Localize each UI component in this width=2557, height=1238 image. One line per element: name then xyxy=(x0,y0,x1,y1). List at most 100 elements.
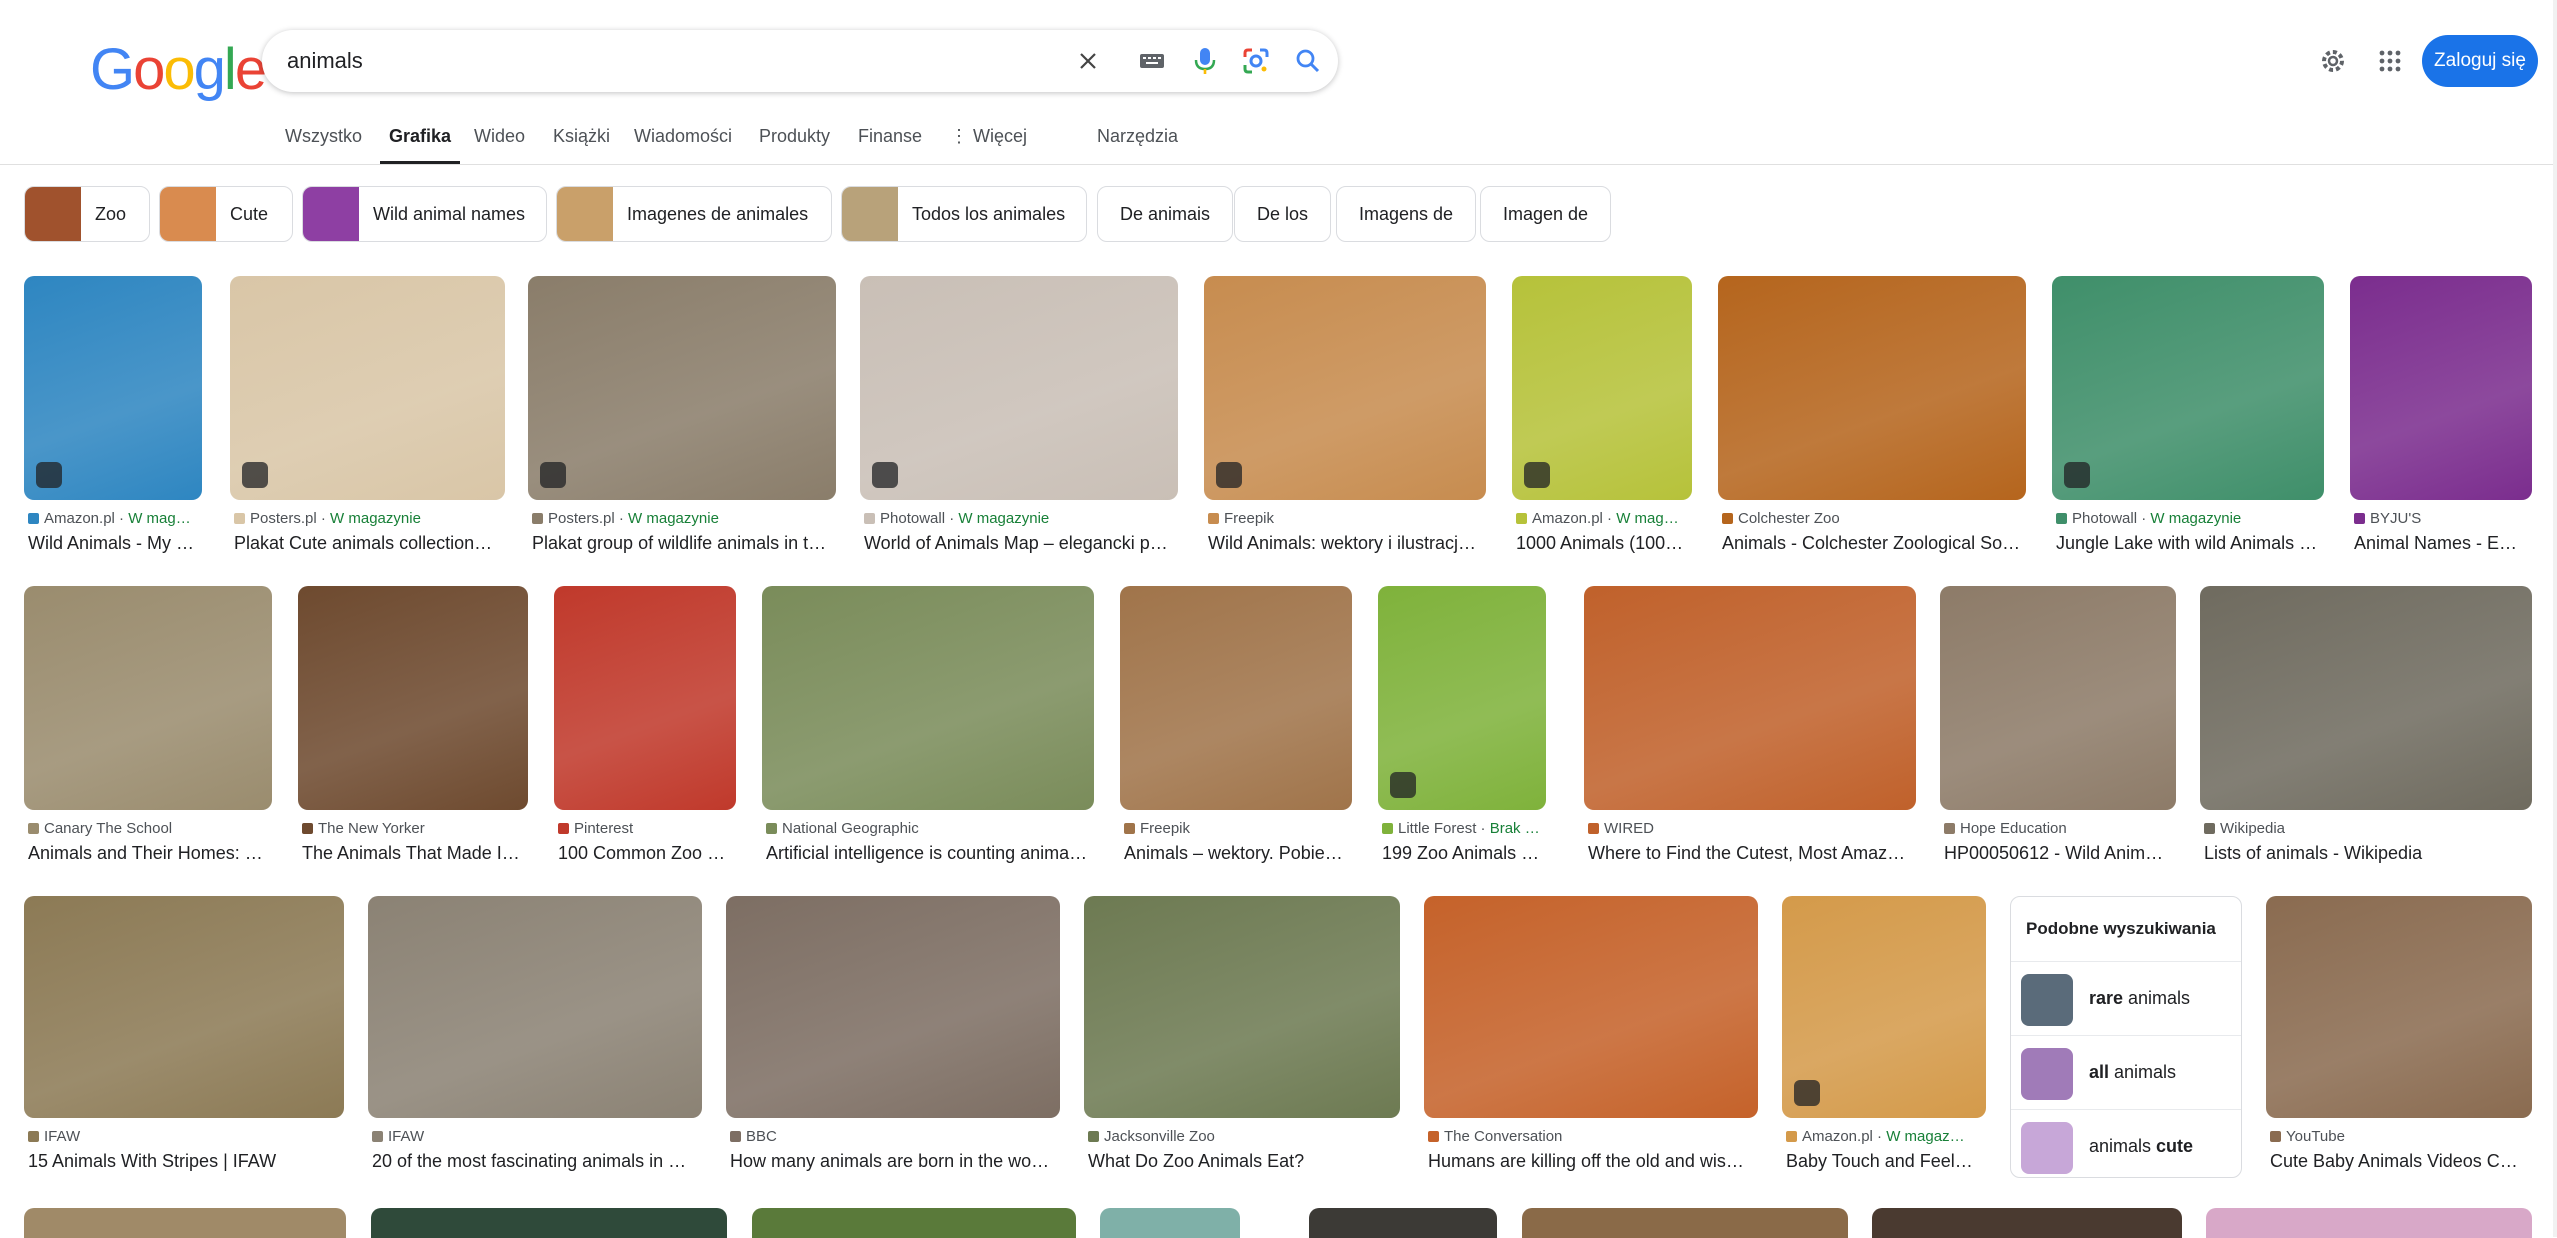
result-image[interactable] xyxy=(2200,586,2532,810)
result-source[interactable]: Posters.pl · W magazynie xyxy=(234,510,501,527)
result-tile[interactable]: Posters.pl · W magazynie Plakat group of … xyxy=(528,276,836,580)
chip-todos-los-animales[interactable]: Todos los animales xyxy=(841,186,1087,242)
scrollbar[interactable] xyxy=(2553,0,2557,1237)
settings-gear-icon[interactable] xyxy=(2318,46,2348,76)
result-title[interactable]: HP00050612 - Wild Anim… xyxy=(1944,843,2172,864)
result-image[interactable] xyxy=(2052,276,2324,500)
tab-tools[interactable]: Narzędzia xyxy=(1097,126,1178,147)
microphone-icon[interactable] xyxy=(1189,45,1221,77)
related-item[interactable]: animals cute xyxy=(2011,1109,2241,1184)
result-title[interactable]: Plakat group of wildlife animals in t… xyxy=(532,533,832,554)
result-image[interactable] xyxy=(368,896,702,1118)
result-image[interactable] xyxy=(1084,896,1400,1118)
result-source[interactable]: BBC xyxy=(730,1128,1056,1145)
result-image-cropped[interactable] xyxy=(2206,1208,2532,1238)
result-title[interactable]: What Do Zoo Animals Eat? xyxy=(1088,1151,1396,1172)
result-title[interactable]: Baby Touch and Feel… xyxy=(1786,1151,1982,1172)
result-image[interactable] xyxy=(1782,896,1986,1118)
result-image[interactable] xyxy=(1512,276,1692,500)
result-source[interactable]: IFAW xyxy=(372,1128,698,1145)
result-source[interactable]: National Geographic xyxy=(766,820,1090,837)
result-tile[interactable]: Posters.pl · W magazynie Plakat Cute anim… xyxy=(230,276,505,580)
result-tile[interactable]: YouTube Cute Baby Animals Videos C… xyxy=(2266,896,2532,1198)
result-title[interactable]: Humans are killing off the old and wis… xyxy=(1428,1151,1754,1172)
result-source[interactable]: Freepik xyxy=(1124,820,1348,837)
chip-de-los[interactable]: De los xyxy=(1234,186,1332,242)
result-image[interactable] xyxy=(528,276,836,500)
result-tile[interactable]: Little Forest · Brak … 199 Zoo Animals | … xyxy=(1378,586,1546,890)
keyboard-icon[interactable] xyxy=(1136,45,1168,77)
result-image-cropped[interactable] xyxy=(371,1208,727,1238)
result-image[interactable] xyxy=(2350,276,2532,500)
result-tile[interactable]: Hope Education HP00050612 - Wild Anim… xyxy=(1940,586,2176,890)
result-source[interactable]: Wikipedia xyxy=(2204,820,2528,837)
result-image[interactable] xyxy=(24,896,344,1118)
result-tile[interactable]: Freepik Animals – wektory. Pobie… xyxy=(1120,586,1352,890)
result-image[interactable] xyxy=(726,896,1060,1118)
result-image-cropped[interactable] xyxy=(1522,1208,1848,1238)
chip-de-animais[interactable]: De animais xyxy=(1097,186,1234,242)
chip-imagens-de[interactable]: Imagens de xyxy=(1336,186,1477,242)
result-tile[interactable]: Amazon.pl · W mag… Wild Animals - My … xyxy=(24,276,202,580)
result-source[interactable]: Hope Education xyxy=(1944,820,2172,837)
result-title[interactable]: Animals - Colchester Zoological So… xyxy=(1722,533,2022,554)
result-source[interactable]: BYJU'S xyxy=(2354,510,2528,527)
result-source[interactable]: Jacksonville Zoo xyxy=(1088,1128,1396,1145)
tab-finance[interactable]: Finanse xyxy=(858,126,922,147)
result-tile[interactable]: Wikipedia Lists of animals - Wikipedia xyxy=(2200,586,2532,890)
result-title[interactable]: Artificial intelligence is counting anim… xyxy=(766,843,1090,864)
result-tile[interactable]: BBC How many animals are born in the wo… xyxy=(726,896,1060,1198)
result-image-cropped[interactable] xyxy=(24,1208,346,1238)
result-source[interactable]: YouTube xyxy=(2270,1128,2528,1145)
result-title[interactable]: Animals and Their Homes: … xyxy=(28,843,268,864)
related-item[interactable]: all animals xyxy=(2011,1035,2241,1110)
result-title[interactable]: How many animals are born in the wo… xyxy=(730,1151,1056,1172)
tab-images[interactable]: Grafika xyxy=(389,126,451,147)
result-image[interactable] xyxy=(1378,586,1546,810)
result-tile[interactable]: The New Yorker The Animals That Made It… xyxy=(298,586,528,890)
result-title[interactable]: Wild Animals - My … xyxy=(28,533,198,554)
tab-news[interactable]: Wiadomości xyxy=(634,126,732,147)
tab-more[interactable]: ⋮ Więcej xyxy=(950,126,1027,147)
result-source[interactable]: Canary The School xyxy=(28,820,268,837)
search-icon[interactable] xyxy=(1292,45,1324,77)
search-input[interactable]: animals xyxy=(287,48,363,74)
result-source[interactable]: The Conversation xyxy=(1428,1128,1754,1145)
result-title[interactable]: World of Animals Map – elegancki p… xyxy=(864,533,1174,554)
result-tile[interactable]: Canary The School Animals and Their Homes… xyxy=(24,586,272,890)
result-source[interactable]: Amazon.pl · W mag… xyxy=(1516,510,1688,527)
result-tile[interactable]: Pinterest 100 Common Zoo … xyxy=(554,586,736,890)
result-image[interactable] xyxy=(1204,276,1486,500)
chip-zoo[interactable]: Zoo xyxy=(24,186,150,242)
result-source[interactable]: WIRED xyxy=(1588,820,1912,837)
login-button[interactable]: Zaloguj się xyxy=(2422,35,2538,87)
result-image[interactable] xyxy=(860,276,1178,500)
result-source[interactable]: Little Forest · Brak … xyxy=(1382,820,1542,837)
result-tile[interactable]: IFAW 20 of the most fascinating animals i… xyxy=(368,896,702,1198)
result-tile[interactable]: The Conversation Humans are killing off t… xyxy=(1424,896,1758,1198)
result-image[interactable] xyxy=(554,586,736,810)
result-source[interactable]: Photowall · W magazynie xyxy=(2056,510,2320,527)
result-title[interactable]: 15 Animals With Stripes | IFAW xyxy=(28,1151,340,1172)
result-image[interactable] xyxy=(2266,896,2532,1118)
result-title[interactable]: Where to Find the Cutest, Most Amaz… xyxy=(1588,843,1912,864)
result-tile[interactable]: Freepik Wild Animals: wektory i ilustracj… xyxy=(1204,276,1486,580)
result-source[interactable]: Amazon.pl · W magaz… xyxy=(1786,1128,1982,1145)
result-title[interactable]: Animals – wektory. Pobie… xyxy=(1124,843,1348,864)
result-tile[interactable]: Photowall · W magazynie Jungle Lake with … xyxy=(2052,276,2324,580)
result-title[interactable]: Lists of animals - Wikipedia xyxy=(2204,843,2528,864)
clear-icon[interactable] xyxy=(1072,45,1104,77)
result-source[interactable]: Freepik xyxy=(1208,510,1482,527)
result-tile[interactable]: WIRED Where to Find the Cutest, Most Amaz… xyxy=(1584,586,1916,890)
result-image[interactable] xyxy=(230,276,505,500)
result-title[interactable]: 100 Common Zoo … xyxy=(558,843,732,864)
result-image[interactable] xyxy=(762,586,1094,810)
result-tile[interactable]: Amazon.pl · W magaz… Baby Touch and Feel… xyxy=(1782,896,1986,1198)
result-tile[interactable]: Amazon.pl · W mag… 1000 Animals (100… xyxy=(1512,276,1692,580)
result-image[interactable] xyxy=(1940,586,2176,810)
result-image-cropped[interactable] xyxy=(752,1208,1076,1238)
result-source[interactable]: The New Yorker xyxy=(302,820,524,837)
chip-wild-animal-names[interactable]: Wild animal names xyxy=(302,186,547,242)
result-title[interactable]: 20 of the most fascinating animals in … xyxy=(372,1151,698,1172)
result-image[interactable] xyxy=(1584,586,1916,810)
